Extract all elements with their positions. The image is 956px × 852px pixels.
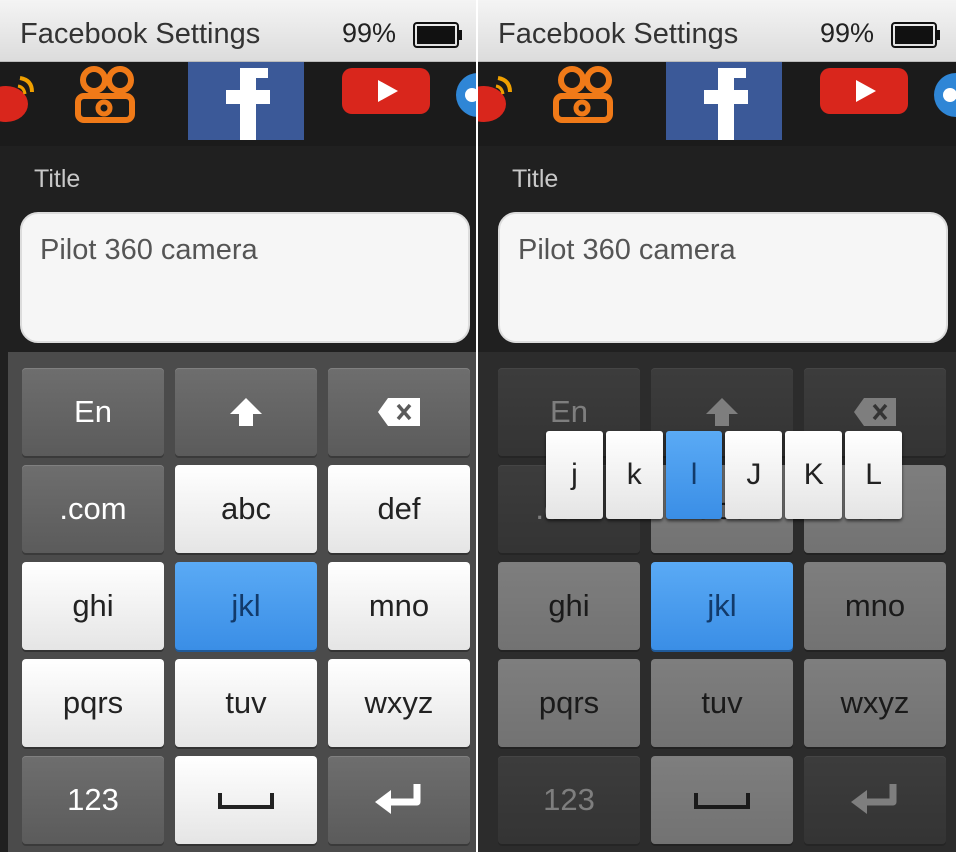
keyboard: En .com abc def ghi jkl mno pqrs tuv wxy…	[8, 352, 478, 852]
screen-left: Facebook Settings 99% Title Pilot 360 ca…	[0, 0, 478, 852]
facebook-icon[interactable]	[188, 62, 304, 140]
space-key[interactable]	[175, 756, 317, 844]
key-label: wxyz	[364, 685, 434, 720]
battery-full-icon	[413, 22, 462, 48]
page-title: Facebook Settings	[20, 18, 261, 50]
shift-icon	[230, 398, 262, 426]
def-key[interactable]: def	[328, 465, 470, 553]
video-app-icon[interactable]	[72, 66, 142, 128]
backspace-key[interactable]	[328, 368, 470, 456]
wxyz-key[interactable]: wxyz	[328, 659, 470, 747]
key-label: mno	[368, 588, 430, 623]
weibo-icon[interactable]	[0, 68, 36, 128]
app-icon[interactable]	[933, 72, 956, 118]
numbers-key[interactable]: 123	[22, 756, 164, 844]
tuv-key[interactable]: tuv	[175, 659, 317, 747]
weibo-icon[interactable]	[478, 68, 514, 128]
character-popup: j k l J K L	[546, 431, 902, 519]
popup-key-l[interactable]: l	[665, 431, 723, 519]
app-icon-strip	[478, 62, 956, 146]
battery-percentage: 99%	[820, 18, 875, 48]
jkl-key[interactable]: jkl	[651, 562, 793, 650]
popup-key-k[interactable]: k	[605, 431, 663, 519]
screen-right: Facebook Settings 99% Title Pilot 360 ca…	[478, 0, 956, 852]
jkl-key[interactable]: jkl	[175, 562, 317, 650]
mno-key[interactable]: mno	[328, 562, 470, 650]
youtube-icon[interactable]	[342, 68, 430, 114]
facebook-icon[interactable]	[666, 62, 782, 140]
status-bar: Facebook Settings 99%	[478, 0, 956, 62]
key-label: abc	[221, 491, 271, 526]
keyboard: En .com abc def ghi mno pqrs tuv wxyz 12…	[478, 352, 956, 852]
key-label: jkl	[707, 588, 737, 623]
youtube-icon[interactable]	[820, 68, 908, 114]
key-label: jkl	[231, 588, 261, 623]
title-label: Title	[34, 165, 81, 193]
page-title: Facebook Settings	[498, 18, 739, 50]
ghi-key[interactable]: ghi	[22, 562, 164, 650]
shift-key[interactable]	[175, 368, 317, 456]
key-label: tuv	[225, 685, 267, 720]
key-label: pqrs	[62, 685, 124, 720]
pqrs-key[interactable]: pqrs	[22, 659, 164, 747]
space-icon	[218, 793, 274, 809]
popup-key-J[interactable]: J	[725, 431, 783, 519]
key-label: def	[377, 491, 421, 526]
title-label: Title	[512, 165, 559, 193]
battery-full-icon	[891, 22, 940, 48]
dotcom-key[interactable]: .com	[22, 465, 164, 553]
popup-key-j[interactable]: j	[546, 431, 603, 519]
battery-percentage: 99%	[342, 18, 397, 48]
enter-icon	[375, 784, 421, 814]
enter-key[interactable]	[328, 756, 470, 844]
app-icon-strip	[0, 62, 478, 146]
status-bar: Facebook Settings 99%	[0, 0, 478, 62]
abc-key[interactable]: abc	[175, 465, 317, 553]
title-input[interactable]: Pilot 360 camera	[498, 212, 948, 343]
popup-key-K[interactable]: K	[785, 431, 843, 519]
title-input[interactable]: Pilot 360 camera	[20, 212, 470, 343]
video-app-icon[interactable]	[550, 66, 620, 128]
key-label: 123	[67, 782, 119, 817]
app-icon[interactable]	[455, 72, 478, 118]
backspace-icon	[378, 398, 420, 426]
popup-key-L[interactable]: L	[845, 431, 902, 519]
key-label: .com	[59, 491, 127, 526]
key-label: ghi	[72, 588, 114, 623]
key-label: En	[74, 394, 112, 429]
language-key[interactable]: En	[22, 368, 164, 456]
